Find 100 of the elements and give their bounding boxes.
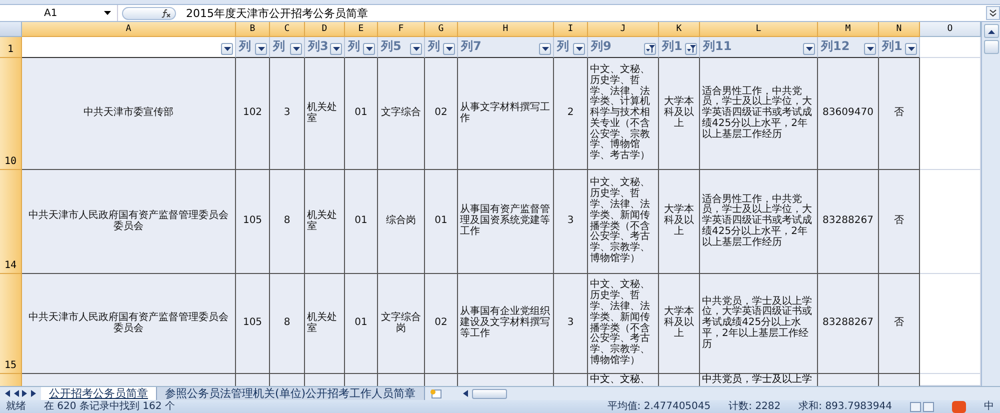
table-cell: 8 [270,274,305,374]
filter-button[interactable] [905,43,917,55]
column-label: 列7 [461,39,482,53]
column-label: 列1 [662,39,682,53]
table-cell: 文字综合 [378,58,425,170]
caret-icon [412,46,420,52]
column-header[interactable]: D [305,22,345,37]
column-label: 列3 [308,39,328,53]
column-header[interactable]: E [345,22,378,37]
ime-mode-label[interactable]: 中 [984,400,994,412]
table-cell: 中共天津市人民政府国有资产监督管理委员会委员会 [22,274,236,374]
table-cell: 从事文字材料撰写工作 [458,58,554,170]
table-cell: 大学本科及以上 [659,274,700,374]
page-layout-button[interactable] [923,402,934,412]
table-cell: 否 [879,170,920,274]
table-cell: 3 [270,58,305,170]
filter-icon [646,45,654,53]
caret-icon [576,46,582,52]
column-header[interactable]: G [425,22,458,37]
column-header[interactable]: N [879,22,920,37]
chevron-icon [989,9,997,17]
filter-button[interactable] [363,43,375,55]
filter-button[interactable] [221,43,233,55]
caret-icon [292,46,300,52]
table-cell: 2 [554,58,588,170]
filter-button[interactable] [644,43,656,55]
sheet-tab[interactable]: 参照公务员法管理机关(单位)公开招考工作人员简章 [157,387,425,400]
table-cell: 中文、文秘、历史学、哲学、法律、法学类、新闻传播学类（不含公安学、考古学、宗教学、博物馆学） [588,274,659,374]
table-cell: 适合男性工作，中共党员，学士及以上学位，大学英语四级证书或考试成绩425分以上水平，2年以上基层工作经历 [700,58,818,170]
table-cell: 102 [236,58,270,170]
name-box[interactable]: A1 [0,5,118,21]
filter-button[interactable] [864,43,876,55]
scroll-thumb[interactable] [984,40,998,54]
new-sheet-icon[interactable] [428,388,443,398]
column-header[interactable]: H [458,22,554,37]
status-text: 求和: 893.7983944 [798,400,892,412]
table-cell: 83288267 [818,170,879,274]
filter-button[interactable] [443,43,455,55]
column-label: 列 [428,39,440,53]
table-cell: 105 [236,274,270,374]
filter-button[interactable] [330,43,342,55]
status-text: 平均值: 2.477405045 [607,400,711,412]
caret-icon [542,46,548,52]
filter-button[interactable] [803,43,815,55]
function-button[interactable] [122,6,176,20]
column-header[interactable]: C [270,22,305,37]
status-text: 在 620 条记录中找到 162 个 [44,400,175,412]
filter-button[interactable] [290,43,302,55]
table-cell: 83609470 [818,58,879,170]
table-cell: 02 [425,274,458,374]
row-header[interactable]: 1 [0,37,22,58]
sheet-tab[interactable]: 公开招考公务员简章 [41,387,157,400]
formula-field[interactable]: 2015年度天津市公开招考公务员简章 [180,6,982,20]
table-cell: 大学本科及以上 [659,58,700,170]
caret-icon [366,46,372,52]
column-header[interactable]: J [588,22,659,37]
table-cell: 中文、文秘、历史学、哲学、法律、法学类、计算机科学与技术相关专业（不含公安学、宗教学、博物馆学、考古学） [588,58,659,170]
column-label: 列 [239,39,251,53]
column-header[interactable]: O [920,22,981,37]
ime-logo-icon[interactable] [952,400,966,412]
table-cell: 105 [236,170,270,274]
table-cell: 83288267 [818,274,879,374]
caret-icon [332,46,340,52]
table-cell: 中共党员，学士及以上学 [700,374,818,386]
table-cell: 大学本科及以上 [659,170,700,274]
column-header[interactable]: M [818,22,879,37]
filter-icon [686,45,696,53]
filter-button[interactable] [410,43,422,55]
row-header[interactable]: 14 [0,170,22,274]
up-arrow-icon [988,28,994,34]
table-cell: 机关处室 [305,170,345,274]
column-header[interactable]: A [22,22,236,37]
table-cell: 01 [425,170,458,274]
table-cell: 8 [270,170,305,274]
column-header[interactable]: B [236,22,270,37]
left-arrow-icon[interactable] [462,390,468,397]
scroll-thumb[interactable] [472,388,507,398]
normal-view-button[interactable] [910,402,921,412]
filter-button[interactable] [573,43,585,55]
column-label: 列9 [591,39,612,53]
filter-button[interactable] [539,43,551,55]
filter-button[interactable] [255,43,267,55]
row-header[interactable]: 15 [0,274,22,374]
table-cell: 中文、文秘、 [588,374,659,386]
column-header[interactable]: F [378,22,425,37]
filter-button[interactable] [685,43,697,55]
table-cell: 文字综合岗 [378,274,425,374]
scroll-up-button[interactable] [984,24,998,38]
expand-button[interactable] [986,6,1000,20]
column-header[interactable]: I [554,22,588,37]
status-text: 计数: 2282 [728,400,781,412]
table-cell: 02 [425,58,458,170]
caret-icon [806,46,812,52]
table-cell: 01 [345,170,378,274]
table-cell: 01 [345,58,378,170]
table-cell: 从事国有企业党组织建设及文字材料撰写等工作 [458,274,554,374]
column-header[interactable]: K [659,22,700,37]
table-cell: 机关处室 [305,58,345,170]
column-header[interactable]: L [700,22,818,37]
row-header[interactable]: 10 [0,58,22,170]
